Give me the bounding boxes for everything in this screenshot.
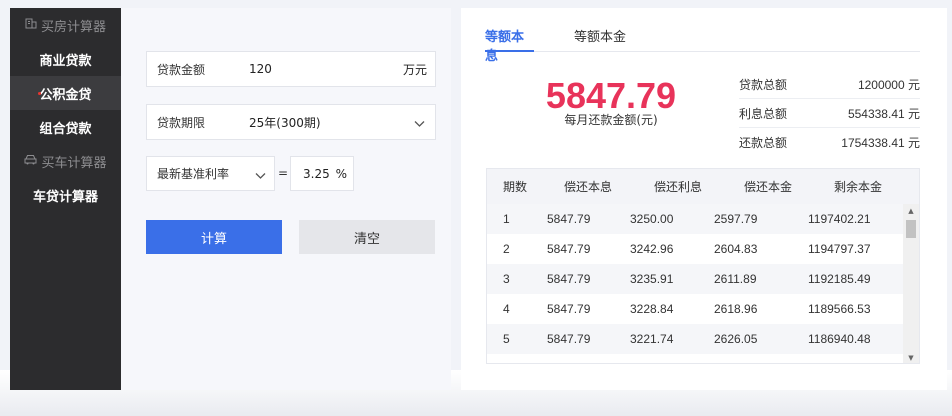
cell-period: 5	[503, 332, 510, 346]
cell-payment: 5847.79	[547, 332, 591, 346]
header-principal: 偿还本金	[744, 180, 793, 194]
summary-label: 贷款总额	[739, 77, 788, 92]
cell-interest: 3235.91	[630, 272, 674, 286]
results-panel: 等额本息 等额本金 5847.79 每月还款金额(元) 贷款总额 1200000…	[461, 8, 947, 390]
cell-principal: 2597.79	[714, 212, 758, 226]
summary-row-total-interest: 利息总额 554338.41 元	[739, 99, 920, 128]
table-header-row: 期数 偿还本息 偿还利息 偿还本金 剩余本金	[487, 169, 919, 204]
rate-type-value: 最新基准利率	[157, 167, 230, 181]
monthly-payment-label: 每月还款金额(元)	[564, 113, 658, 127]
sidebar-item-provident-fund-loan[interactable]: 公积金贷	[10, 76, 121, 110]
cell-period: 2	[503, 242, 510, 256]
car-icon	[24, 154, 37, 169]
active-dot	[38, 92, 41, 95]
summary-value: 554338.41 元	[847, 106, 920, 121]
summary-label: 还款总额	[739, 136, 788, 150]
scroll-down-arrow-icon[interactable]: ▼	[903, 351, 919, 363]
clear-button[interactable]: 清空	[299, 220, 435, 254]
tab-equal-principal[interactable]: 等额本金	[574, 26, 629, 52]
cell-principal: 2611.89	[714, 272, 757, 286]
tab-label: 等额本息	[485, 30, 525, 64]
car-calculator-heading: 买车计算器	[10, 144, 121, 178]
header-period: 期数	[503, 180, 528, 194]
table-row: 4 5847.79 3228.84 2618.96 1189566.53	[487, 294, 905, 324]
repayment-schedule-table[interactable]: 期数 偿还本息 偿还利息 偿还本金 剩余本金 1 5847.79 3250.00…	[486, 168, 920, 364]
sidebar-item-label: 商业贷款	[39, 53, 92, 69]
cell-payment: 5847.79	[547, 242, 591, 256]
clear-button-label: 清空	[353, 231, 380, 247]
summary-label: 利息总额	[739, 106, 788, 121]
interest-rate-input[interactable]: 3.25	[303, 167, 330, 181]
cell-interest: 3242.96	[630, 242, 674, 256]
loan-form-panel: 贷款金额 120 万元 贷款期限 25年(300期) 最新基准利率 = 3.25…	[121, 8, 451, 390]
cell-principal: 2604.83	[714, 242, 758, 256]
interest-rate-unit: %	[335, 166, 347, 181]
header-interest: 偿还利息	[654, 180, 703, 194]
loan-amount-input[interactable]: 120	[249, 62, 272, 76]
cell-remaining: 1197402.21	[808, 212, 871, 226]
chevron-down-icon	[255, 169, 266, 183]
table-row: 5 5847.79 3221.74 2626.05 1186940.48	[487, 324, 905, 354]
sidebar-item-commercial-loan[interactable]: 商业贷款	[10, 42, 121, 76]
cell-remaining: 1186940.48	[808, 332, 871, 346]
cell-principal: 2626.05	[714, 332, 758, 346]
header-remaining: 剩余本金	[834, 180, 883, 194]
house-heading-label: 买房计算器	[40, 19, 106, 35]
cell-payment: 5847.79	[547, 272, 591, 286]
sidebar: 买房计算器 商业贷款 公积金贷 组合贷款 买车计算器 车贷计算器	[10, 8, 121, 390]
sidebar-item-label: 车贷计算器	[32, 189, 98, 205]
cell-period: 4	[503, 302, 510, 316]
tab-label: 等额本金	[574, 30, 627, 45]
cell-interest: 3250.00	[630, 212, 674, 226]
sidebar-item-label: 公积金贷	[39, 87, 92, 103]
cell-interest: 3228.84	[630, 302, 674, 316]
table-row: 1 5847.79 3250.00 2597.79 1197402.21	[487, 204, 905, 234]
building-icon	[25, 17, 37, 33]
cell-period: 3	[503, 272, 510, 286]
summary-value: 1200000 元	[857, 77, 920, 92]
calculate-button-label: 计算	[200, 231, 227, 247]
scroll-up-arrow-icon[interactable]: ▲	[903, 204, 919, 218]
cell-principal: 2618.96	[714, 302, 758, 316]
table-scrollbar[interactable]: ▲ ▼	[903, 204, 919, 363]
interest-rate-field[interactable]: 3.25 %	[290, 156, 354, 191]
tab-equal-installment[interactable]: 等额本息	[485, 26, 534, 64]
chevron-down-icon	[414, 117, 425, 131]
cell-payment: 5847.79	[547, 302, 591, 316]
cell-remaining: 1192185.49	[808, 272, 871, 286]
rate-type-select[interactable]: 最新基准利率	[146, 156, 275, 191]
cell-payment: 5847.79	[547, 212, 591, 226]
sidebar-item-car-loan[interactable]: 车贷计算器	[10, 178, 121, 212]
summary-row-total-repayment: 还款总额 1754338.41 元	[739, 128, 920, 157]
loan-term-label: 贷款期限	[157, 115, 206, 130]
loan-term-value: 25年(300期)	[249, 115, 321, 130]
header-payment: 偿还本息	[564, 180, 613, 194]
loan-amount-label: 贷款金额	[157, 62, 206, 77]
cell-interest: 3221.74	[630, 332, 674, 346]
loan-amount-unit: 万元	[402, 62, 427, 77]
car-heading-label: 买车计算器	[41, 155, 107, 171]
table-row: 3 5847.79 3235.91 2611.89 1192185.49	[487, 264, 905, 294]
scrollbar-thumb[interactable]	[906, 220, 916, 238]
loan-amount-field[interactable]: 贷款金额 120 万元	[146, 51, 436, 87]
table-row: 2 5847.79 3242.96 2604.83 1194797.37	[487, 234, 905, 264]
cell-remaining: 1189566.53	[808, 302, 871, 316]
repayment-method-tabs: 等额本息 等额本金	[485, 26, 920, 64]
sidebar-item-combination-loan[interactable]: 组合贷款	[10, 110, 121, 144]
loan-term-select[interactable]: 贷款期限 25年(300期)	[146, 104, 436, 140]
equals-sign: =	[278, 166, 289, 180]
sidebar-item-label: 组合贷款	[39, 121, 92, 137]
loan-summary: 贷款总额 1200000 元 利息总额 554338.41 元 还款总额 175…	[739, 70, 920, 157]
monthly-payment-amount: 5847.79	[545, 75, 677, 116]
summary-row-total-loan: 贷款总额 1200000 元	[739, 70, 920, 99]
summary-value: 1754338.41 元	[841, 136, 920, 150]
calculate-button[interactable]: 计算	[146, 220, 282, 254]
house-calculator-heading: 买房计算器	[10, 8, 121, 42]
cell-period: 1	[503, 212, 510, 226]
cell-remaining: 1194797.37	[808, 242, 871, 256]
table-body: 1 5847.79 3250.00 2597.79 1197402.21 2 5…	[487, 204, 905, 354]
